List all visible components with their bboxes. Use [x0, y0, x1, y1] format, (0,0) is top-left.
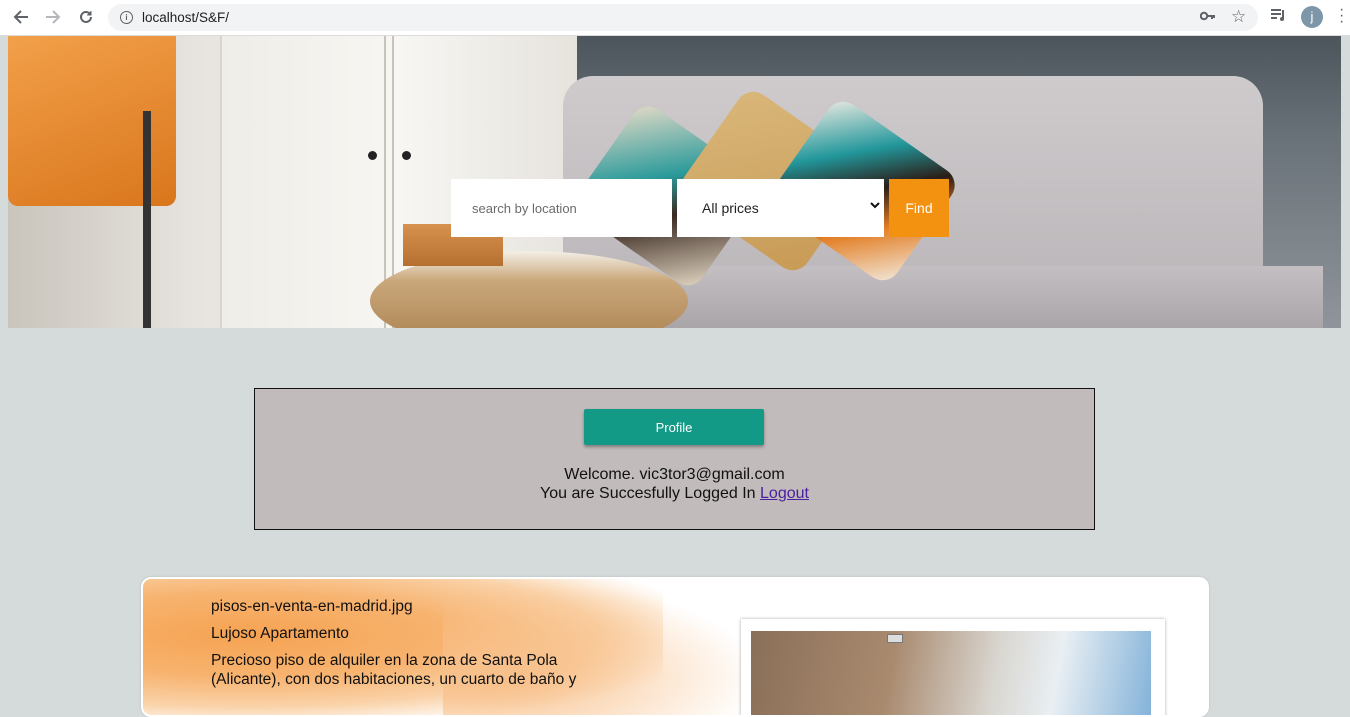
listing-image-name: pisos-en-venta-en-madrid.jpg	[211, 598, 413, 615]
find-button[interactable]: Find	[889, 179, 949, 237]
profile-button[interactable]: Profile	[584, 409, 764, 445]
key-icon[interactable]	[1199, 9, 1216, 27]
forward-arrow-icon[interactable]	[40, 5, 66, 29]
reload-icon[interactable]	[73, 5, 99, 29]
listing-description-line-1: Precioso piso de alquiler en la zona de …	[211, 652, 558, 669]
price-select[interactable]: All prices	[677, 179, 884, 237]
listing-card[interactable]: pisos-en-venta-en-madrid.jpg Lujoso Apar…	[141, 577, 1209, 717]
listing-photo-frame	[741, 619, 1165, 715]
listing-photo[interactable]	[751, 631, 1151, 715]
site-info-icon[interactable]: i	[120, 11, 133, 24]
listing-title: Lujoso Apartamento	[211, 625, 349, 642]
address-bar[interactable]: i localhost/S&F/ ☆	[108, 4, 1258, 31]
url-text[interactable]: localhost/S&F/	[142, 10, 229, 25]
browser-toolbar: i localhost/S&F/ ☆ j · · ·	[0, 0, 1350, 36]
browser-menu-icon[interactable]: · · ·	[1339, 2, 1344, 30]
logged-in-text: You are Succesfully Logged In	[540, 485, 756, 502]
welcome-text: Welcome. vic3tor3@gmail.com	[564, 466, 785, 483]
price-select-value: All prices	[702, 200, 759, 216]
search-location-input[interactable]	[451, 179, 672, 237]
listing-description-line-2: (Alicante), con dos habitaciones, un cua…	[211, 671, 577, 688]
chevron-down-icon	[870, 197, 880, 212]
welcome-message: Welcome. vic3tor3@gmail.com You are Succ…	[255, 465, 1094, 503]
profile-panel: Profile Welcome. vic3tor3@gmail.com You …	[254, 388, 1095, 530]
back-arrow-icon[interactable]	[8, 5, 34, 29]
bookmark-star-icon[interactable]: ☆	[1231, 7, 1246, 27]
media-queue-icon[interactable]	[1270, 8, 1286, 26]
hero-banner	[8, 36, 1341, 328]
logged-in-line: You are Succesfully Logged In Logout	[255, 484, 1094, 503]
profile-avatar[interactable]: j	[1301, 6, 1323, 28]
logout-link[interactable]: Logout	[760, 485, 809, 502]
